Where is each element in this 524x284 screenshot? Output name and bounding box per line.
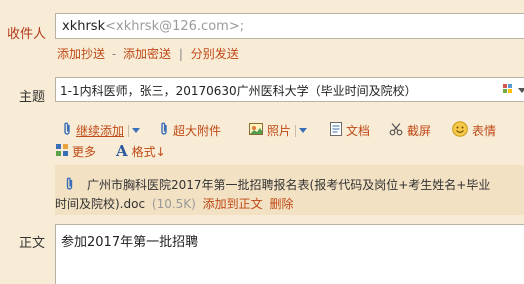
document-icon — [330, 122, 342, 139]
paperclip-icon — [62, 122, 72, 139]
add-to-body-link[interactable]: 添加到正文 — [203, 197, 263, 211]
attachment-item: 广州市胸科医院2017年第一批招聘报名表(报考代码及岗位+考生姓名+毕业 时间及… — [55, 176, 523, 214]
format-button[interactable]: A 格式↓ — [116, 142, 166, 160]
priority-grid-icon[interactable] — [503, 84, 513, 94]
photo-icon — [249, 123, 263, 138]
font-format-icon: A — [116, 142, 128, 160]
paperclip-icon — [159, 122, 169, 139]
smiley-icon — [452, 121, 468, 140]
chevron-down-icon[interactable] — [299, 128, 308, 133]
paperclip-icon — [64, 177, 75, 194]
attachment-panel: 广州市胸科医院2017年第一批招聘报名表(报考代码及岗位+考生姓名+毕业 时间及… — [55, 165, 524, 215]
attachment-filename: 广州市胸科医院2017年第一批招聘报名表(报考代码及岗位+考生姓名+毕业 — [87, 178, 491, 192]
body-label: 正文 — [19, 236, 46, 251]
add-bcc-link[interactable]: 添加密送 — [123, 47, 171, 61]
send-separately-link[interactable]: 分别发送 — [191, 47, 239, 61]
large-attachment-button[interactable]: 超大附件 — [159, 122, 221, 139]
more-button[interactable]: 更多 — [56, 143, 96, 160]
continue-add-button[interactable]: 继续添加 — [62, 122, 141, 139]
recipients-input[interactable]: xkhrsk<xkhrsk@126.com>; — [55, 13, 524, 39]
attachment-size: (10.5K) — [151, 197, 196, 211]
add-cc-link[interactable]: 添加抄送 — [57, 47, 105, 61]
body-editor[interactable]: 参加2017年第一批招聘 — [55, 224, 524, 284]
photo-button[interactable]: 照片 — [249, 122, 308, 139]
chevron-down-icon[interactable] — [518, 88, 524, 93]
recipients-label: 收件人 — [7, 27, 47, 42]
scissors-icon — [389, 122, 403, 139]
document-button[interactable]: 文档 — [330, 122, 370, 139]
grid-icon — [56, 144, 68, 159]
subject-input[interactable]: 1-1内科医师，张三，20170630广州医科大学（毕业时间及院校） — [55, 77, 524, 102]
subject-label: 主题 — [19, 90, 46, 105]
recipient-chip[interactable]: xkhrsk<xkhrsk@126.com>; — [62, 19, 244, 34]
attachment-line2: 时间及院校).doc (10.5K) 添加到正文 删除 — [55, 197, 294, 211]
chevron-down-icon[interactable] — [132, 128, 141, 133]
screenshot-button[interactable]: 截屏 — [389, 122, 431, 139]
recipient-links: 添加抄送 - 添加密送 | 分别发送 — [57, 47, 239, 61]
emoji-button[interactable]: 表情 — [452, 121, 496, 140]
delete-attachment-link[interactable]: 删除 — [270, 197, 294, 211]
